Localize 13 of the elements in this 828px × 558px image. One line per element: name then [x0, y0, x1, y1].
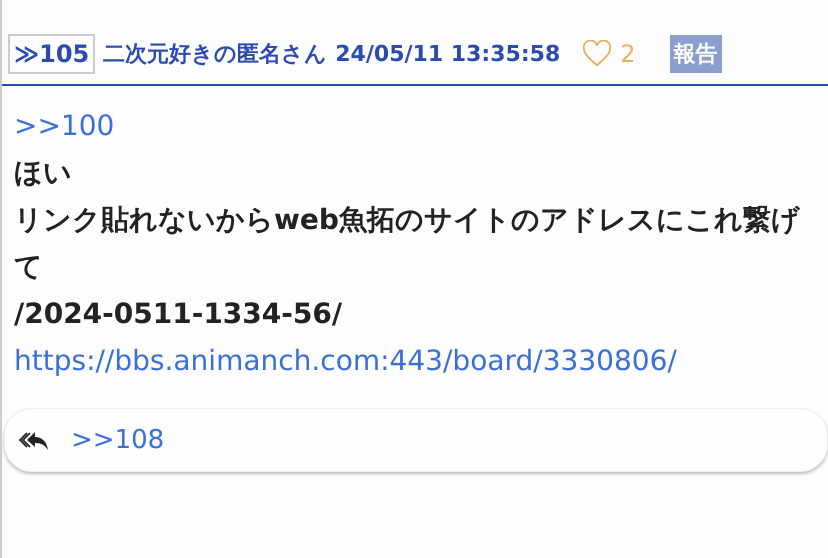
like-count: 2: [620, 40, 636, 68]
report-button[interactable]: 報告: [670, 35, 722, 73]
post-author: 二次元好きの匿名さん: [103, 41, 328, 69]
post-number-link[interactable]: ≫105: [8, 34, 96, 74]
post-datetime: 24/05/11 13:35:58: [335, 42, 560, 66]
heart-icon[interactable]: [582, 40, 612, 68]
body-text: ほい: [14, 156, 72, 189]
body-text: リンク貼れないからweb魚拓のサイトのアドレスにこれ繋げて: [14, 203, 800, 283]
body-text: /2024-0511-1334-56/: [14, 297, 342, 330]
reply-all-icon: [19, 430, 49, 450]
link[interactable]: https://bbs.animanch.com:443/board/3330806/: [14, 344, 677, 377]
reply-link[interactable]: >>108: [71, 425, 164, 455]
link[interactable]: >>100: [14, 109, 114, 142]
